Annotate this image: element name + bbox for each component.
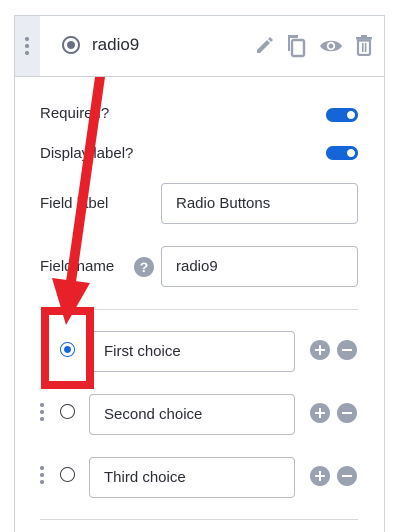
annotation-arrow-icon bbox=[52, 77, 105, 325]
